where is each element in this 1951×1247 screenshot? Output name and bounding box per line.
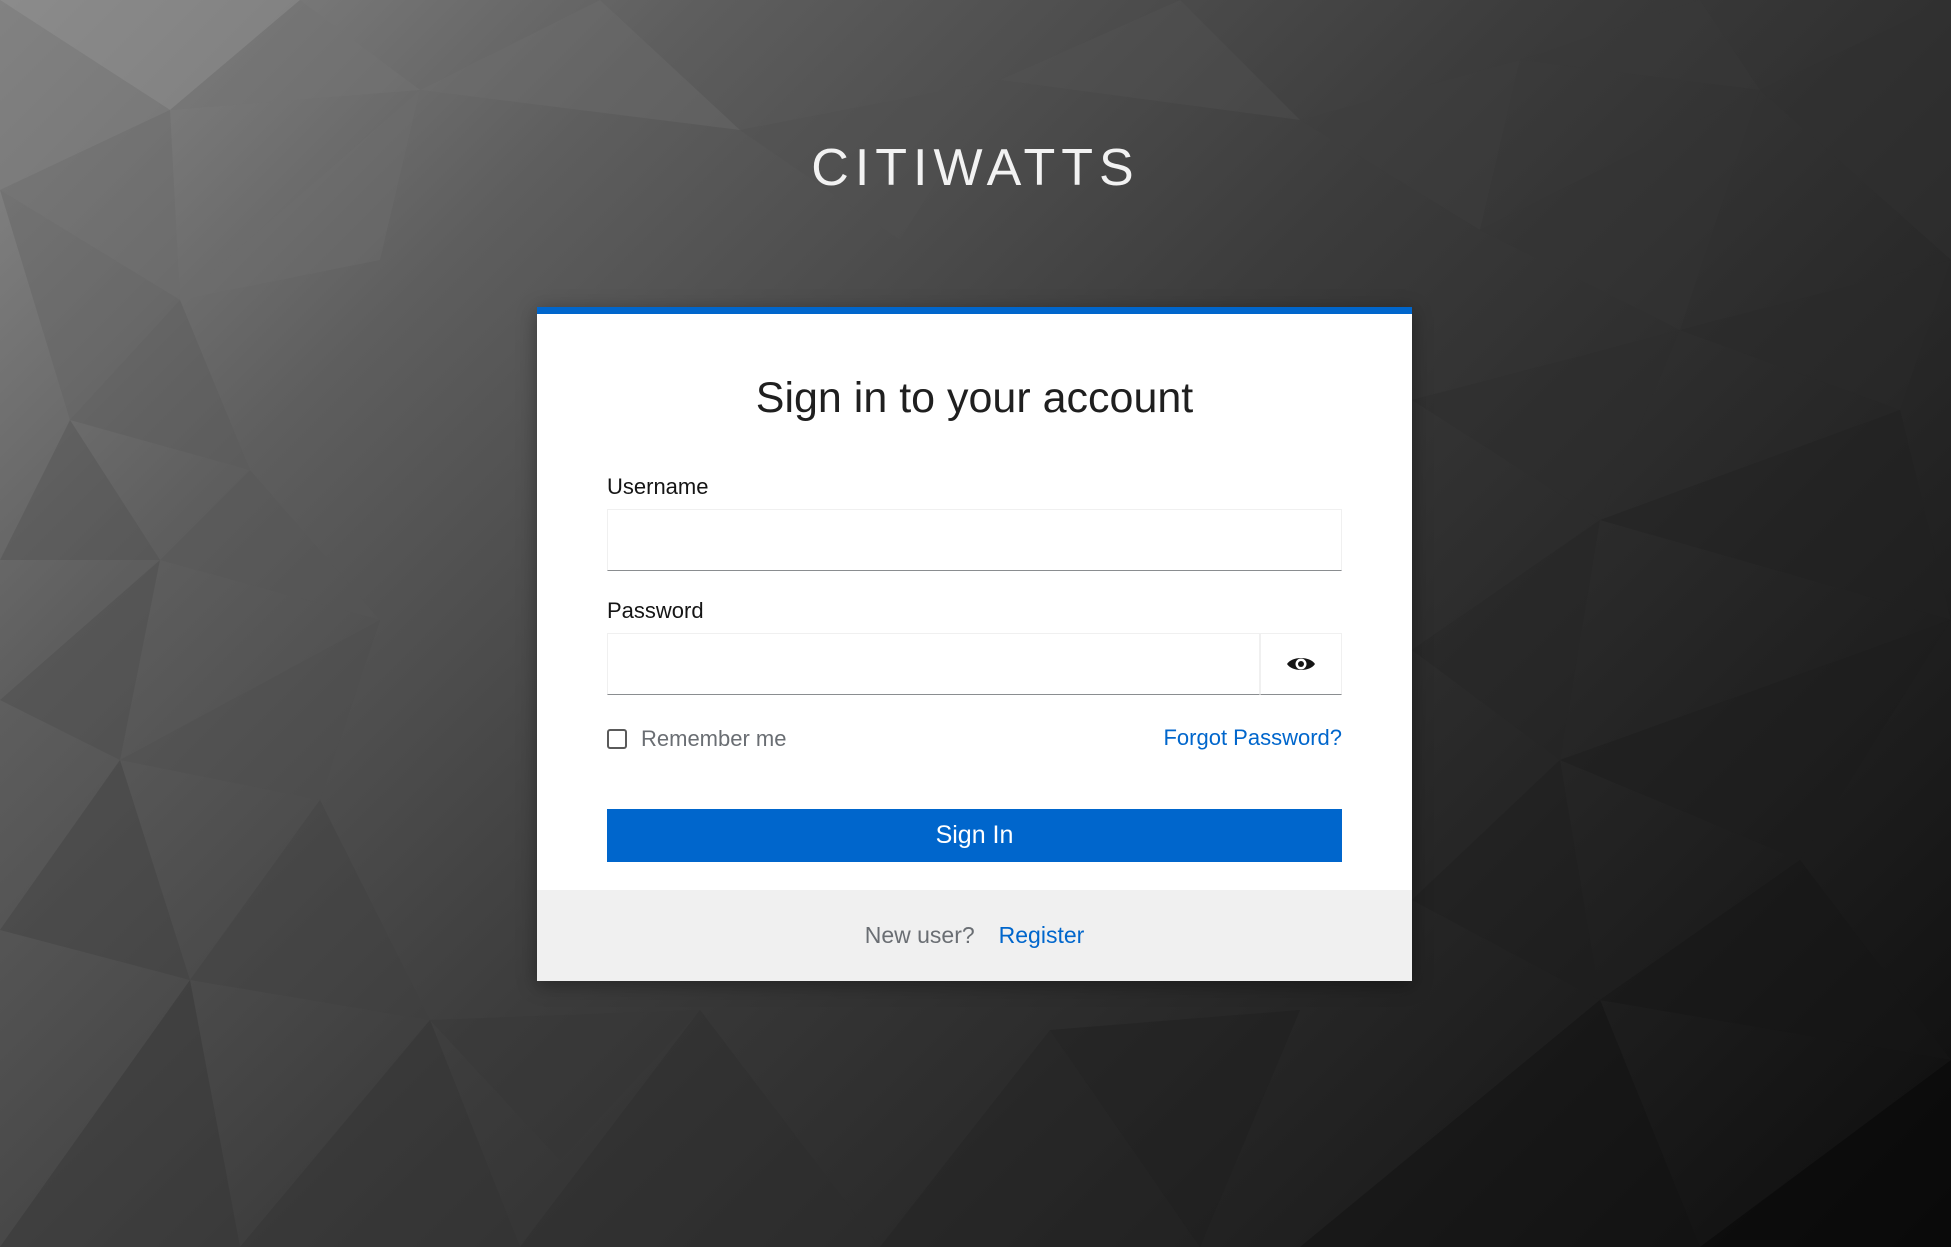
register-link[interactable]: Register — [999, 922, 1085, 949]
remember-me-option[interactable]: Remember me — [607, 726, 786, 752]
remember-me-label: Remember me — [641, 726, 787, 751]
show-password-button[interactable] — [1260, 633, 1342, 695]
password-field-group — [607, 633, 1342, 695]
password-input[interactable] — [607, 633, 1260, 695]
password-label: Password — [607, 598, 704, 623]
sign-in-button[interactable]: Sign In — [607, 809, 1342, 862]
username-input[interactable] — [607, 509, 1342, 571]
username-label: Username — [607, 474, 709, 499]
forgot-password-link[interactable]: Forgot Password? — [1163, 725, 1342, 751]
brand-title: CITIWATTS — [811, 139, 1140, 197]
remember-me-checkbox[interactable] — [607, 729, 627, 749]
new-user-text: New user? — [864, 922, 975, 948]
card-footer: New user? Register — [537, 890, 1412, 981]
login-heading: Sign in to your account — [755, 374, 1194, 422]
eye-icon — [1287, 658, 1315, 670]
login-card: Sign in to your account Username Passwor… — [537, 307, 1412, 981]
